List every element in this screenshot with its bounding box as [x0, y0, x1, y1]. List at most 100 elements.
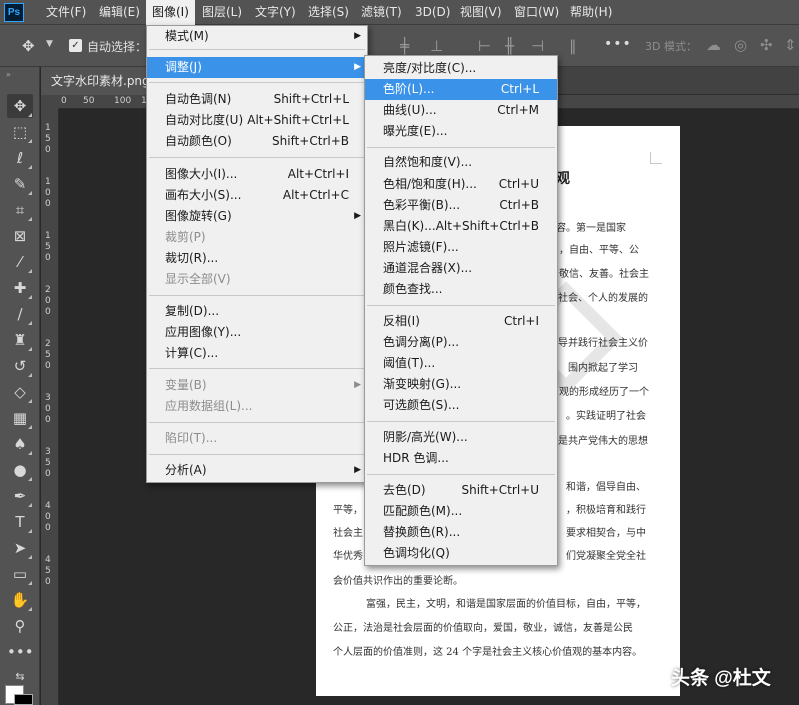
brush-tool-icon[interactable]: ∕	[7, 302, 33, 326]
menu-item-posterize[interactable]: 色调分离(P)...	[365, 332, 557, 353]
menu-layer[interactable]: 图层(L)	[196, 0, 248, 25]
clone-stamp-tool-icon[interactable]: ♜	[7, 328, 33, 352]
frame-tool-icon[interactable]: ⊠	[7, 224, 33, 248]
menu-item-invert[interactable]: 反相(I) Ctrl+I	[365, 311, 557, 332]
healing-brush-tool-icon[interactable]: ✚	[7, 276, 33, 300]
submenu-arrow-icon: ▶	[354, 62, 361, 72]
menu-item-hue-saturation[interactable]: 色相/饱和度(H)... Ctrl+U	[365, 174, 557, 195]
menu-help[interactable]: 帮助(H)	[564, 0, 618, 25]
3d-orbit-icon[interactable]: ☁	[706, 36, 721, 54]
menu-image[interactable]: 图像(I)	[146, 0, 195, 25]
align-bottom-icon[interactable]: ⊥	[430, 37, 443, 55]
menu-item-image-rotation[interactable]: 图像旋转(G) ▶	[147, 206, 367, 227]
menu-filter[interactable]: 滤镜(T)	[355, 0, 408, 25]
hand-tool-icon[interactable]: ✋	[7, 588, 33, 612]
menu-item-desaturate[interactable]: 去色(D) Shift+Ctrl+U	[365, 480, 557, 501]
crop-tool-icon[interactable]: ⌗	[7, 198, 33, 222]
ruler-tick: 4	[45, 555, 51, 565]
menu-item-mode[interactable]: 模式(M) ▶	[147, 26, 367, 47]
menu-view[interactable]: 视图(V)	[454, 0, 508, 25]
menu-item-selective-color[interactable]: 可选颜色(S)...	[365, 395, 557, 416]
menu-item-photo-filter[interactable]: 照片滤镜(F)...	[365, 237, 557, 258]
menu-item-exposure[interactable]: 曝光度(E)...	[365, 121, 557, 142]
background-color-swatch[interactable]	[14, 694, 33, 705]
pen-tool-icon[interactable]: ✒	[7, 484, 33, 508]
menu-item-auto-tone[interactable]: 自动色调(N) Shift+Ctrl+L	[147, 89, 367, 110]
menu-item-equalize[interactable]: 色调均化(Q)	[365, 543, 557, 564]
menu-item-auto-contrast[interactable]: 自动对比度(U) Alt+Shift+Ctrl+L	[147, 110, 367, 131]
menu-item-apply-image[interactable]: 应用图像(Y)...	[147, 322, 367, 343]
menu-item-curves[interactable]: 曲线(U)... Ctrl+M	[365, 100, 557, 121]
document-tab[interactable]: 文字水印素材.png	[41, 67, 159, 95]
menu-item-analysis[interactable]: 分析(A) ▶	[147, 460, 367, 481]
menu-3d[interactable]: 3D(D)	[409, 0, 456, 25]
menu-edit[interactable]: 编辑(E)	[93, 0, 146, 25]
path-selection-tool-icon[interactable]: ➤	[7, 536, 33, 560]
menu-item-canvas-size[interactable]: 画布大小(S)... Alt+Ctrl+C	[147, 185, 367, 206]
eraser-tool-icon[interactable]: ◇	[7, 380, 33, 404]
history-brush-tool-icon[interactable]: ↺	[7, 354, 33, 378]
menu-separator	[367, 147, 555, 148]
eyedropper-tool-icon[interactable]: ⁄	[7, 250, 33, 274]
adjustments-submenu: 亮度/对比度(C)... 色阶(L)... Ctrl+L 曲线(U)... Ct…	[364, 55, 558, 566]
ruler-tick: 0	[45, 415, 51, 425]
align-vertical-center-icon[interactable]: ╪	[400, 37, 409, 55]
menu-item-trim[interactable]: 裁切(R)...	[147, 248, 367, 269]
chevron-down-icon[interactable]: ▼	[46, 39, 53, 49]
rectangle-tool-icon[interactable]: ▭	[7, 562, 33, 586]
3d-mode-label: 3D 模式：	[645, 40, 697, 53]
zoom-tool-icon[interactable]: ⚲	[7, 614, 33, 638]
menu-item-duplicate[interactable]: 复制(D)...	[147, 301, 367, 322]
ruler-origin[interactable]	[41, 95, 59, 109]
3d-roll-icon[interactable]: ◎	[734, 36, 747, 54]
more-options-icon[interactable]: •••	[604, 36, 632, 52]
align-left-icon[interactable]: ⊢	[478, 37, 491, 55]
menu-item-gradient-map[interactable]: 渐变映射(G)...	[365, 374, 557, 395]
menu-item-channel-mixer[interactable]: 通道混合器(X)...	[365, 258, 557, 279]
menu-item-image-size[interactable]: 图像大小(I)... Alt+Ctrl+I	[147, 164, 367, 185]
menu-item-calculations[interactable]: 计算(C)...	[147, 343, 367, 364]
marquee-tool-icon[interactable]: ⬚	[7, 120, 33, 144]
menu-item-color-lookup[interactable]: 颜色查找...	[365, 279, 557, 300]
submenu-arrow-icon: ▶	[354, 465, 361, 475]
3d-pan-icon[interactable]: ✣	[760, 36, 773, 54]
menu-item-trap: 陷印(T)...	[165, 431, 218, 445]
quick-select-tool-icon[interactable]: ✎	[7, 172, 33, 196]
vertical-ruler[interactable]: 1 5 0 1 0 0 1 5 0 2 0 0 2 5 0 3 0 0 3 5 …	[41, 109, 59, 705]
menu-type[interactable]: 文字(Y)	[249, 0, 302, 25]
menu-item-brightness-contrast[interactable]: 亮度/对比度(C)...	[365, 58, 557, 79]
dodge-tool-icon[interactable]: ●	[7, 458, 33, 482]
lasso-tool-icon[interactable]: ℓ	[7, 146, 33, 170]
menu-item-auto-color[interactable]: 自动颜色(O) Shift+Ctrl+B	[147, 131, 367, 152]
menu-item-hdr-toning[interactable]: HDR 色调...	[365, 448, 557, 469]
auto-select-label: 自动选择：	[87, 40, 148, 54]
menu-item-shadows-highlights[interactable]: 阴影/高光(W)...	[365, 427, 557, 448]
menu-item-black-white[interactable]: 黑白(K)... Alt+Shift+Ctrl+B	[365, 216, 557, 237]
menu-select[interactable]: 选择(S)	[302, 0, 355, 25]
move-tool-icon[interactable]: ✥	[7, 94, 33, 118]
distribute-icon[interactable]: ∥	[569, 37, 577, 55]
ruler-tick: 2	[45, 285, 51, 295]
type-tool-icon[interactable]: T	[7, 510, 33, 534]
menu-item-levels[interactable]: 色阶(L)... Ctrl+L	[365, 79, 557, 100]
auto-select-checkbox[interactable]: ✓	[69, 39, 82, 52]
panel-collapse-icon[interactable]: »	[6, 70, 12, 79]
blur-tool-icon[interactable]: ♠	[7, 432, 33, 456]
menu-item-vibrance[interactable]: 自然饱和度(V)...	[365, 152, 557, 173]
submenu-arrow-icon: ▶	[354, 211, 361, 221]
move-tool-icon[interactable]: ✥	[22, 37, 35, 55]
menu-item-color-balance[interactable]: 色彩平衡(B)... Ctrl+B	[365, 195, 557, 216]
align-right-icon[interactable]: ⊣	[531, 37, 544, 55]
edit-toolbar-icon[interactable]: •••	[7, 640, 34, 664]
ruler-tick: 1	[45, 177, 51, 187]
gradient-tool-icon[interactable]: ▦	[7, 406, 33, 430]
menu-window[interactable]: 窗口(W)	[508, 0, 565, 25]
menu-file[interactable]: 文件(F)	[40, 0, 92, 25]
menu-item-adjustments[interactable]: 调整(J) ▶	[147, 57, 367, 78]
menu-item-threshold[interactable]: 阈值(T)...	[365, 353, 557, 374]
align-horizontal-center-icon[interactable]: ╫	[505, 37, 514, 55]
ruler-tick: 5	[45, 242, 51, 252]
3d-slide-icon[interactable]: ⇕	[784, 36, 797, 54]
menu-item-match-color[interactable]: 匹配颜色(M)...	[365, 501, 557, 522]
menu-item-replace-color[interactable]: 替换颜色(R)...	[365, 522, 557, 543]
